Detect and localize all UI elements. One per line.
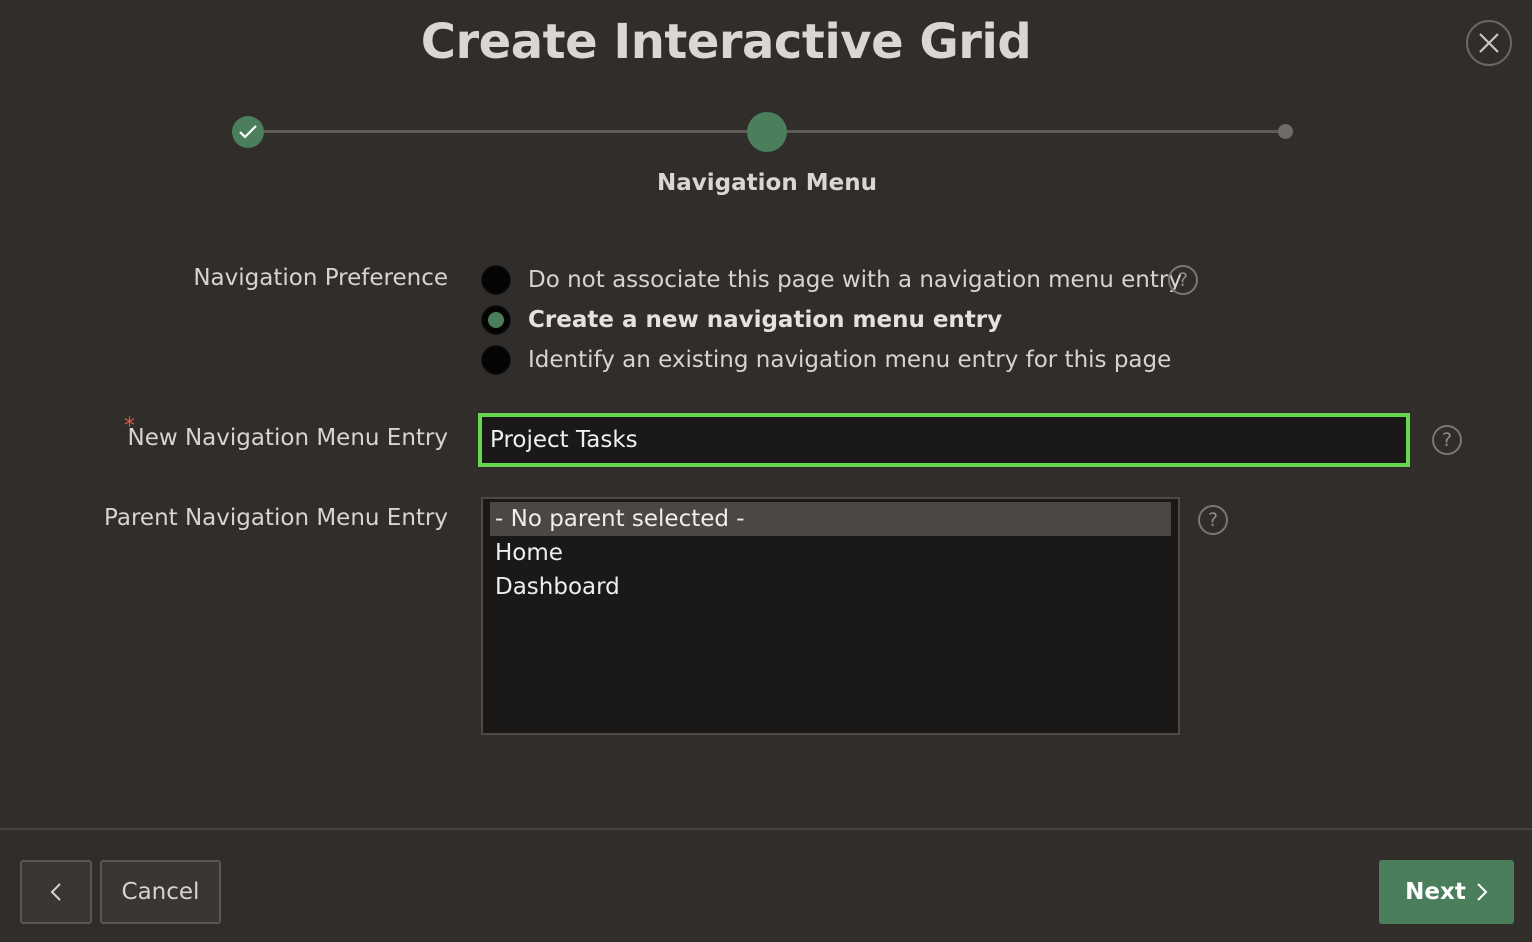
radio-option-label: Identify an existing navigation menu ent… [528,347,1172,373]
new-navigation-menu-entry-input[interactable] [478,413,1410,467]
radio-selected-dot [488,312,504,328]
radio-option-label: Do not associate this page with a naviga… [528,267,1182,293]
parent-navigation-menu-listbox[interactable]: - No parent selected - Home Dashboard [481,497,1180,735]
step-upcoming [1278,124,1293,139]
help-icon[interactable]: ? [1198,505,1228,535]
footer-divider [0,828,1532,830]
list-option[interactable]: - No parent selected - [490,502,1171,536]
help-icon[interactable]: ? [1432,425,1462,455]
list-option[interactable]: Home [490,536,1171,570]
chevron-left-icon [50,883,61,901]
back-button[interactable] [20,860,92,924]
step-completed [232,116,264,148]
close-icon [1479,33,1499,53]
create-interactive-grid-dialog: Create Interactive Grid Navigation Menu … [0,0,1532,942]
check-icon [239,125,257,139]
next-button[interactable]: Next [1379,860,1514,924]
dialog-title: Create Interactive Grid [420,14,1032,70]
list-option[interactable]: Dashboard [490,570,1171,604]
radio-option-existing[interactable]: Identify an existing navigation menu ent… [481,343,1171,377]
radio-option-label: Create a new navigation menu entry [528,307,1003,333]
current-step-label: Navigation Menu [657,170,877,196]
parent-entry-label: Parent Navigation Menu Entry [104,505,448,531]
radio-option-no-association[interactable]: Do not associate this page with a naviga… [481,263,1182,297]
help-icon[interactable]: ? [1168,265,1198,295]
close-button[interactable] [1466,20,1512,66]
navigation-preference-label: Navigation Preference [193,265,448,291]
radio-button[interactable] [481,305,511,335]
radio-button[interactable] [481,345,511,375]
step-current [747,112,787,152]
cancel-button[interactable]: Cancel [100,860,221,924]
new-entry-label: New Navigation Menu Entry [127,425,449,451]
radio-button[interactable] [481,265,511,295]
cancel-button-label: Cancel [121,879,200,905]
chevron-right-icon [1477,883,1488,901]
next-button-label: Next [1405,879,1466,905]
radio-option-create-new[interactable]: Create a new navigation menu entry [481,303,1002,337]
